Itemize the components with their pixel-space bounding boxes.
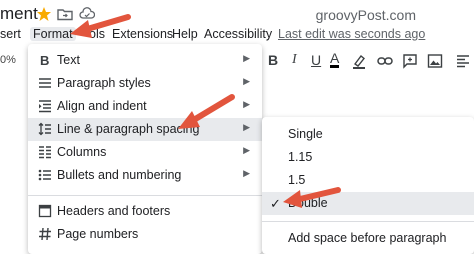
- format-menu-item-text[interactable]: B Text ▶: [28, 49, 262, 72]
- add-space-before-paragraph[interactable]: Add space before paragraph: [262, 227, 474, 250]
- paragraph-styles-icon: [39, 78, 51, 88]
- text-color-button[interactable]: A: [330, 51, 340, 68]
- format-menu-label: Headers and footers: [57, 204, 171, 218]
- spacing-option-double[interactable]: ✓ Double: [262, 192, 474, 215]
- format-menu-label: Align and indent: [57, 99, 147, 113]
- format-menu-item-line-spacing[interactable]: Line & paragraph spacing ▶: [28, 118, 262, 141]
- spacing-option-label: 1.15: [288, 150, 313, 164]
- move-to-folder-icon[interactable]: [57, 6, 73, 22]
- bold-button[interactable]: B: [268, 52, 278, 68]
- spacing-option-label: Double: [288, 196, 328, 210]
- menu-bar: sert Format ols Extensions Help Accessib…: [0, 26, 474, 44]
- submenu-arrow-icon: ▶: [243, 168, 250, 178]
- line-spacing-icon: [38, 122, 51, 136]
- star-icon[interactable]: [36, 6, 52, 22]
- submenu-arrow-icon: ▶: [243, 145, 250, 155]
- format-menu-label: Line & paragraph spacing: [57, 122, 200, 136]
- submenu-arrow-icon: ▶: [243, 53, 250, 63]
- line-spacing-submenu: Single 1.15 1.5 ✓ Double Add space befor…: [262, 117, 474, 254]
- highlight-pen-icon[interactable]: [351, 53, 367, 69]
- last-edit-link[interactable]: Last edit was seconds ago: [278, 27, 425, 41]
- format-menu-item-align-indent[interactable]: Align and indent ▶: [28, 95, 262, 118]
- format-menu-item-headers-footers[interactable]: Headers and footers: [28, 200, 262, 223]
- cloud-saved-icon[interactable]: [79, 6, 95, 22]
- menu-tools[interactable]: ols: [89, 27, 105, 41]
- menu-divider: [262, 221, 474, 222]
- checkmark-icon: ✓: [270, 196, 281, 211]
- menu-accessibility[interactable]: Accessibility: [204, 27, 272, 41]
- title-bar: ment groovyPost.com: [0, 0, 474, 26]
- spacing-option-label: Single: [288, 127, 323, 141]
- menu-divider: [28, 195, 262, 196]
- document-title[interactable]: ment: [0, 4, 38, 24]
- format-menu: B Text ▶ Paragraph styles ▶ Align and in…: [28, 44, 262, 254]
- menu-format[interactable]: Format: [30, 27, 76, 41]
- watermark: groovyPost.com: [315, 7, 416, 23]
- bullets-numbering-icon: [38, 169, 51, 181]
- menu-help[interactable]: Help: [172, 27, 198, 41]
- format-menu-label: Text: [57, 53, 80, 67]
- spacing-option-single[interactable]: Single: [262, 123, 474, 146]
- format-menu-item-columns[interactable]: Columns ▶: [28, 141, 262, 164]
- format-menu-item-paragraph-styles[interactable]: Paragraph styles ▶: [28, 72, 262, 95]
- submenu-arrow-icon: ▶: [243, 99, 250, 109]
- spacing-option-1-5[interactable]: 1.5: [262, 169, 474, 192]
- svg-text:B: B: [40, 53, 49, 67]
- align-indent-icon: [39, 100, 51, 113]
- add-comment-icon[interactable]: [402, 53, 418, 69]
- headers-footers-icon: [38, 204, 52, 218]
- zoom-select[interactable]: 0%: [0, 54, 16, 66]
- format-menu-label: Bullets and numbering: [57, 168, 182, 182]
- submenu-arrow-icon: ▶: [243, 122, 250, 132]
- menu-insert[interactable]: sert: [0, 27, 21, 41]
- italic-button[interactable]: I: [292, 52, 297, 68]
- format-menu-item-page-numbers[interactable]: Page numbers: [28, 223, 262, 246]
- format-menu-label: Paragraph styles: [57, 76, 151, 90]
- format-menu-item-bullets-numbering[interactable]: Bullets and numbering ▶: [28, 164, 262, 187]
- menu-extensions[interactable]: Extensions: [112, 27, 173, 41]
- spacing-option-label: 1.5: [288, 173, 306, 187]
- align-left-icon[interactable]: [455, 53, 471, 69]
- spacing-option-1-15[interactable]: 1.15: [262, 146, 474, 169]
- hash-icon: [39, 227, 51, 241]
- spacing-option-label: Add space before paragraph: [288, 231, 447, 245]
- submenu-arrow-icon: ▶: [243, 76, 250, 86]
- bold-b-icon: B: [40, 53, 49, 67]
- insert-image-icon[interactable]: [427, 53, 443, 69]
- format-menu-label: Page numbers: [57, 227, 139, 241]
- underline-button[interactable]: U: [311, 52, 321, 68]
- columns-icon: [39, 146, 51, 159]
- format-menu-label: Columns: [57, 145, 107, 159]
- insert-link-icon[interactable]: [377, 53, 393, 69]
